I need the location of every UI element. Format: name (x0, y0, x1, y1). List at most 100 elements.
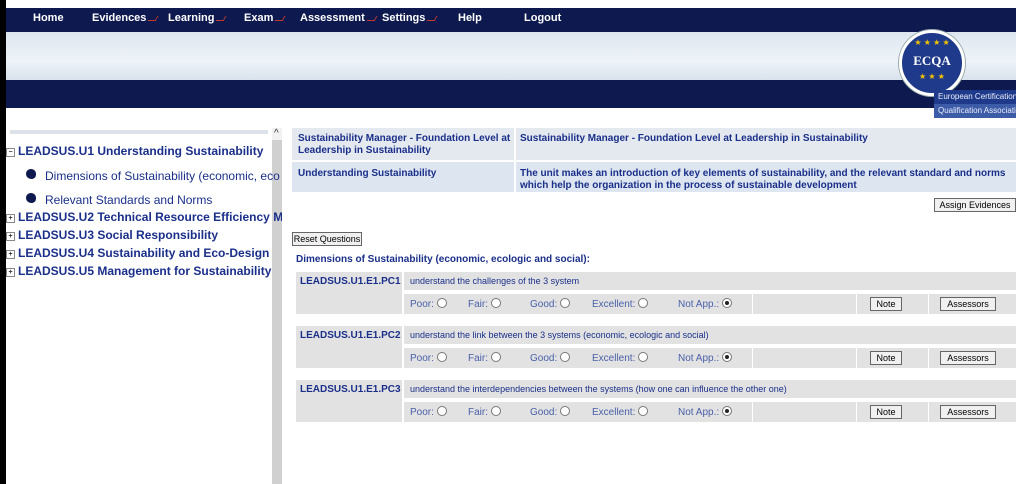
radio-good[interactable] (560, 298, 571, 308)
sidebar: ^ − LEADSUS.U1 Understanding Sustainabili… (6, 124, 282, 484)
sidebar-scroll-thumb[interactable] (272, 140, 282, 484)
expand-icon[interactable]: + (6, 250, 15, 259)
expand-icon[interactable]: + (6, 232, 15, 241)
sidebar-subitem-standards[interactable]: Relevant Standards and Norms (26, 193, 212, 207)
radio-excellent[interactable] (638, 352, 649, 362)
sidebar-subitem-dimensions[interactable]: Dimensions of Sustainability (economic, … (26, 169, 280, 183)
option-good[interactable]: Good: (530, 406, 571, 418)
assessors-button[interactable]: Assessors (940, 297, 996, 311)
option-label: Fair: (468, 299, 488, 310)
unit-description: The unit makes an introduction of key el… (520, 168, 1006, 191)
radio-excellent[interactable] (638, 406, 649, 416)
option-not-app[interactable]: Not App.: (678, 298, 733, 310)
nav-evidences[interactable]: Evidences (92, 12, 159, 24)
sidebar-item-u1[interactable]: − LEADSUS.U1 Understanding Sustainability (6, 144, 263, 158)
qualification-title: Sustainability Manager - Foundation Leve… (520, 133, 868, 144)
radio-fair[interactable] (491, 406, 501, 416)
nav-assessment[interactable]: Assessment (300, 12, 378, 24)
option-poor[interactable]: Poor: (410, 298, 447, 310)
sidebar-topbar (10, 130, 268, 134)
qualification-name: Sustainability Manager - Foundation Leve… (298, 133, 511, 156)
radio-not-app[interactable] (722, 298, 733, 308)
stars-icon: ★ ★ ★ (919, 72, 945, 81)
radio-good[interactable] (560, 406, 571, 416)
note-button[interactable]: Note (870, 351, 902, 365)
nav-learning[interactable]: Learning (168, 12, 227, 24)
note-button[interactable]: Note (870, 297, 902, 311)
option-excellent[interactable]: Excellent: (592, 352, 649, 364)
sidebar-item-u3[interactable]: + LEADSUS.U3 Social Responsibility (6, 228, 218, 242)
nav-logout[interactable]: Logout (524, 12, 561, 24)
option-label: Fair: (468, 353, 488, 364)
cell-divider (856, 348, 857, 368)
option-fair[interactable]: Fair: (468, 298, 501, 310)
nav-exam[interactable]: Exam (244, 12, 286, 24)
sidebar-item-label: LEADSUS.U3 Social Responsibility (18, 228, 219, 242)
option-good[interactable]: Good: (530, 298, 571, 310)
cell-divider (514, 162, 516, 192)
criterion-description: understand the interdependencies between… (404, 380, 1016, 398)
option-label: Excellent: (592, 299, 636, 310)
radio-fair[interactable] (491, 352, 501, 362)
criterion-pc2: LEADSUS.U1.E1.PC2 understand the link be… (296, 326, 1016, 368)
radio-good[interactable] (560, 352, 571, 362)
assign-evidences-button[interactable]: Assign Evidences (934, 198, 1016, 212)
logo-text: ECQA (913, 53, 951, 68)
option-poor[interactable]: Poor: (410, 406, 447, 418)
nav-evidences-label: Evidences (92, 12, 147, 24)
cell-divider (856, 294, 857, 314)
sidebar-item-u5[interactable]: + LEADSUS.U5 Management for Sustainabilit… (6, 264, 271, 278)
rating-options: Poor: Fair: Good: Excellent: Not App.: N… (404, 402, 1016, 422)
radio-not-app[interactable] (722, 406, 733, 416)
unit-name: Understanding Sustainability (298, 168, 437, 179)
criterion-code: LEADSUS.U1.E1.PC3 (296, 380, 402, 422)
sidebar-item-u4[interactable]: + LEADSUS.U4 Sustainability and Eco-Desig… (6, 246, 269, 260)
assessors-button[interactable]: Assessors (940, 351, 996, 365)
scroll-up-icon[interactable]: ^ (274, 128, 279, 139)
radio-poor[interactable] (436, 406, 447, 416)
option-poor[interactable]: Poor: (410, 352, 447, 364)
nav-home-label: Home (33, 12, 64, 24)
radio-poor[interactable] (436, 298, 447, 308)
chevron-down-icon (366, 16, 378, 21)
nav-help[interactable]: Help (458, 12, 482, 24)
sidebar-subitem-label: Relevant Standards and Norms (45, 193, 213, 207)
cell-divider (752, 348, 753, 368)
note-button[interactable]: Note (870, 405, 902, 419)
option-label: Excellent: (592, 407, 636, 418)
radio-not-app[interactable] (722, 352, 733, 362)
expand-icon[interactable]: + (6, 268, 15, 277)
reset-questions-button[interactable]: Reset Questions (292, 232, 362, 246)
cell-divider (752, 402, 753, 422)
criterion-description: understand the challenges of the 3 syste… (404, 272, 1016, 290)
radio-excellent[interactable] (638, 298, 649, 308)
option-excellent[interactable]: Excellent: (592, 406, 649, 418)
option-good[interactable]: Good: (530, 352, 571, 364)
qualification-row: Sustainability Manager - Foundation Leve… (292, 128, 1016, 160)
option-label: Poor: (410, 299, 434, 310)
option-not-app[interactable]: Not App.: (678, 352, 733, 364)
collapse-icon[interactable]: − (6, 148, 15, 157)
nav-home[interactable]: Home (33, 12, 64, 24)
option-fair[interactable]: Fair: (468, 352, 501, 364)
cell-divider (928, 294, 929, 314)
nav-settings[interactable]: Settings (382, 12, 438, 24)
sidebar-item-u2[interactable]: + LEADSUS.U2 Technical Resource Efficienc… (6, 210, 282, 224)
radio-fair[interactable] (491, 298, 501, 308)
assessors-button[interactable]: Assessors (940, 405, 996, 419)
org-name-line2: Qualification Associatio (934, 104, 1016, 118)
cell-divider (856, 402, 857, 422)
option-fair[interactable]: Fair: (468, 406, 501, 418)
org-name-line1: European Certification (934, 90, 1016, 104)
option-label: Fair: (468, 407, 488, 418)
sidebar-subitem-label: Dimensions of Sustainability (economic, … (45, 169, 280, 183)
option-not-app[interactable]: Not App.: (678, 406, 733, 418)
sidebar-item-label: LEADSUS.U1 Understanding Sustainability (18, 144, 264, 158)
expand-icon[interactable]: + (6, 214, 15, 223)
option-label: Poor: (410, 353, 434, 364)
radio-poor[interactable] (436, 352, 447, 362)
chevron-down-icon (147, 16, 159, 21)
ecqa-logo: ★ ★ ★ ★ ECQA ★ ★ ★ (899, 30, 965, 96)
option-excellent[interactable]: Excellent: (592, 298, 649, 310)
option-label: Good: (530, 299, 558, 310)
